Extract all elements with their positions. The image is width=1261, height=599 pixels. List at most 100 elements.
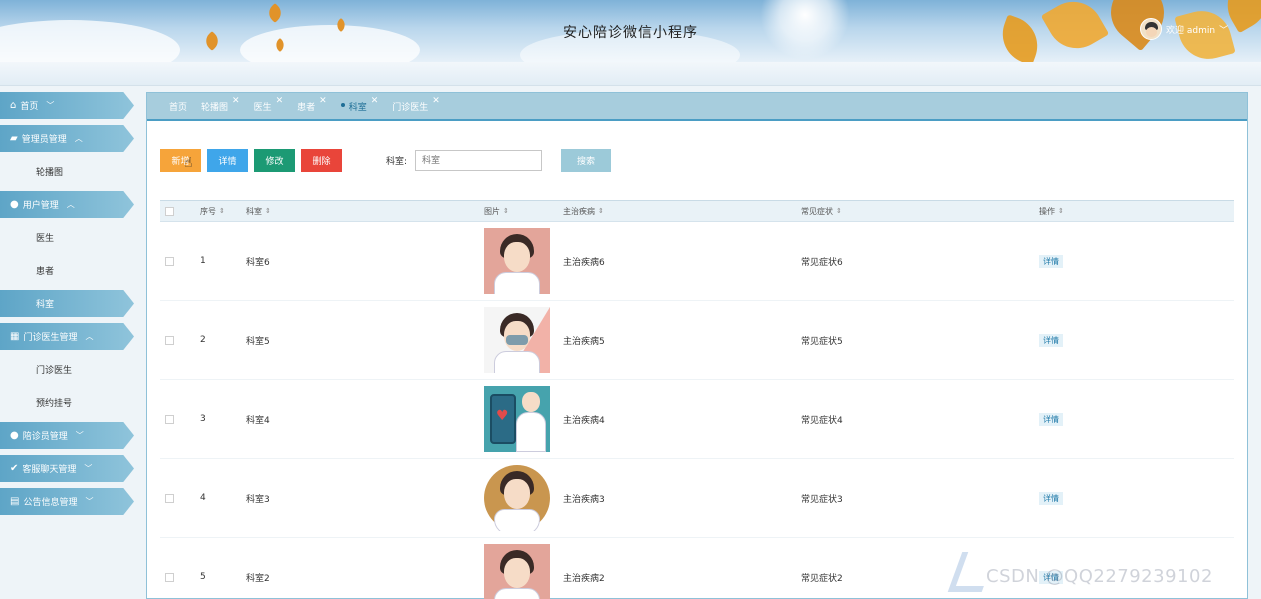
chevron-down-icon: ﹀ xyxy=(85,497,94,506)
delete-button[interactable]: 删除 xyxy=(301,149,342,172)
chevron-down-icon: ﹀ xyxy=(75,431,84,440)
sidebar-item-notice-management[interactable]: ▤ 公告信息管理 ﹀ xyxy=(0,488,134,515)
close-icon[interactable]: ✕ xyxy=(371,96,379,106)
sidebar-item-clinic-doctor-management[interactable]: ▦ 门诊医生管理 ︿ xyxy=(0,323,134,350)
close-icon[interactable]: ✕ xyxy=(432,96,440,106)
row-checkbox[interactable] xyxy=(165,414,174,424)
column-header-op[interactable]: 操作 ⇕ xyxy=(1039,206,1159,217)
row-checkbox[interactable] xyxy=(165,335,174,345)
leaf-decoration xyxy=(265,3,285,23)
edit-button[interactable]: 修改 xyxy=(254,149,295,172)
cell-symptom: 常见症状6 xyxy=(801,257,843,268)
close-icon[interactable]: ✕ xyxy=(276,96,284,106)
hand-cursor-icon: ☝ xyxy=(184,155,193,171)
tab-bar: 首页 轮播图 ✕ 医生 ✕ 患者 ✕ 科室 ✕ 门诊医生 ✕ xyxy=(147,93,1247,121)
toolbar: 新增 详情 修改 删除 科室: 搜索 xyxy=(160,149,612,172)
search-label: 科室: xyxy=(386,157,408,167)
tab-patient[interactable]: 患者 ✕ xyxy=(297,96,327,113)
sort-icon: ⇕ xyxy=(836,207,842,215)
row-detail-button[interactable]: 详情 xyxy=(1039,491,1063,505)
main-panel: 首页 轮播图 ✕ 医生 ✕ 患者 ✕ 科室 ✕ 门诊医生 ✕ 新增 详情 修改 … xyxy=(146,92,1248,599)
sidebar-item-department[interactable]: 科室 xyxy=(0,290,134,317)
cell-symptom: 常见症状3 xyxy=(801,494,843,505)
home-icon: ⌂ xyxy=(10,100,17,111)
column-header-dept[interactable]: 科室 ⇕ xyxy=(246,206,484,217)
sidebar-item-doctor[interactable]: 医生 xyxy=(0,224,134,251)
table-header: 序号 ⇕ 科室 ⇕ 图片 ⇕ 主治疾病 ⇕ 常见症状 ⇕ 操作 ⇕ xyxy=(160,201,1234,222)
doctor-thumbnail xyxy=(484,544,550,599)
column-header-no[interactable]: 序号 ⇕ xyxy=(200,206,246,217)
tab-doctor[interactable]: 医生 ✕ xyxy=(253,96,284,113)
chevron-down-icon: ﹀ xyxy=(1219,25,1229,36)
cell-symptom: 常见症状5 xyxy=(801,336,843,347)
close-icon[interactable]: ✕ xyxy=(319,96,327,106)
row-checkbox[interactable] xyxy=(165,256,174,266)
avatar[interactable] xyxy=(1140,18,1162,40)
sidebar-item-chat-management[interactable]: ✔ 客服聊天管理 ﹀ xyxy=(0,455,134,482)
chat-icon: ✔ xyxy=(10,463,19,474)
column-header-symptom[interactable]: 常见症状 ⇕ xyxy=(801,206,1039,217)
department-table: 序号 ⇕ 科室 ⇕ 图片 ⇕ 主治疾病 ⇕ 常见症状 ⇕ 操作 ⇕ 1 科室6 主治疾病6 … xyxy=(160,200,1234,599)
tab-department[interactable]: 科室 ✕ xyxy=(341,96,379,113)
sidebar-item-label: 轮播图 xyxy=(36,168,64,178)
table-row[interactable]: 3 科室4 ♥ 主治疾病4 常见症状4 详情 xyxy=(160,380,1234,459)
admin-icon: ▰ xyxy=(10,133,18,144)
sidebar-item-appointment[interactable]: 预约挂号 xyxy=(0,389,134,416)
welcome-text: 欢迎 admin xyxy=(1166,25,1216,36)
table-row[interactable]: 4 科室3 主治疾病3 常见症状3 详情 xyxy=(160,459,1234,538)
cell-dept: 科室4 xyxy=(246,415,270,426)
sidebar-item-admin-management[interactable]: ▰ 管理员管理 ︿ xyxy=(0,125,134,152)
sidebar-item-label: 公告信息管理 xyxy=(23,498,78,508)
sidebar-item-label: 客服聊天管理 xyxy=(22,465,77,475)
row-detail-button[interactable]: 详情 xyxy=(1039,254,1063,268)
tab-label: 门诊医生 xyxy=(392,102,429,113)
sidebar-item-user-management[interactable]: ● 用户管理 ︿ xyxy=(0,191,134,218)
tab-carousel[interactable]: 轮播图 ✕ xyxy=(201,96,240,113)
search-button[interactable]: 搜索 xyxy=(561,149,612,172)
sort-icon: ⇕ xyxy=(598,207,604,215)
column-header-disease[interactable]: 主治疾病 ⇕ xyxy=(563,206,801,217)
select-all-checkbox[interactable] xyxy=(165,206,174,216)
sidebar-item-label: 预约挂号 xyxy=(36,399,73,409)
header-strip xyxy=(0,62,1261,86)
tab-label: 医生 xyxy=(253,102,272,113)
row-detail-button[interactable]: 详情 xyxy=(1039,412,1063,426)
cell-dept: 科室5 xyxy=(246,336,270,347)
table-row[interactable]: 1 科室6 主治疾病6 常见症状6 详情 xyxy=(160,222,1234,301)
sidebar-item-label: 首页 xyxy=(20,102,39,112)
doctor-thumbnail xyxy=(484,465,550,531)
sidebar-item-label: 科室 xyxy=(36,300,55,310)
sidebar-item-escort-management[interactable]: ● 陪诊员管理 ﹀ xyxy=(0,422,134,449)
cell-disease: 主治疾病3 xyxy=(563,494,605,505)
sidebar: ⌂ 首页 ﹀ ▰ 管理员管理 ︿ 轮播图 ● 用户管理 ︿ 医生 患者 科室 ▦… xyxy=(0,92,134,521)
tab-home[interactable]: 首页 xyxy=(169,100,187,113)
sidebar-item-patient[interactable]: 患者 xyxy=(0,257,134,284)
sidebar-item-label: 门诊医生管理 xyxy=(23,333,78,343)
cell-dept: 科室3 xyxy=(246,494,270,505)
close-icon[interactable]: ✕ xyxy=(232,96,240,106)
sort-icon: ⇕ xyxy=(503,207,509,215)
table-row[interactable]: 2 科室5 主治疾病5 常见症状5 详情 xyxy=(160,301,1234,380)
column-header-image[interactable]: 图片 ⇕ xyxy=(484,206,563,217)
cell-no: 4 xyxy=(200,493,206,503)
watermark-text: CSDN @QQ2279239102 xyxy=(986,566,1213,587)
user-menu[interactable]: 欢迎 admin ﹀ xyxy=(1140,18,1228,40)
detail-button[interactable]: 详情 xyxy=(207,149,248,172)
cell-disease: 主治疾病2 xyxy=(563,573,605,584)
row-checkbox[interactable] xyxy=(165,572,174,582)
sidebar-item-home[interactable]: ⌂ 首页 ﹀ xyxy=(0,92,134,119)
row-detail-button[interactable]: 详情 xyxy=(1039,333,1063,347)
tab-label: 首页 xyxy=(169,102,188,113)
sidebar-item-clinic-doctor[interactable]: 门诊医生 xyxy=(0,356,134,383)
sidebar-item-label: 陪诊员管理 xyxy=(22,432,68,442)
doctor-thumbnail xyxy=(484,228,550,294)
doctor-thumbnail xyxy=(484,307,550,373)
sidebar-item-carousel[interactable]: 轮播图 xyxy=(0,158,134,185)
add-button[interactable]: 新增 xyxy=(160,149,201,172)
sort-icon: ⇕ xyxy=(219,207,225,215)
row-checkbox[interactable] xyxy=(165,493,174,503)
cell-disease: 主治疾病5 xyxy=(563,336,605,347)
tab-clinic-doctor[interactable]: 门诊医生 ✕ xyxy=(392,96,440,113)
user-icon: ● xyxy=(10,430,19,441)
search-input[interactable] xyxy=(415,150,543,171)
